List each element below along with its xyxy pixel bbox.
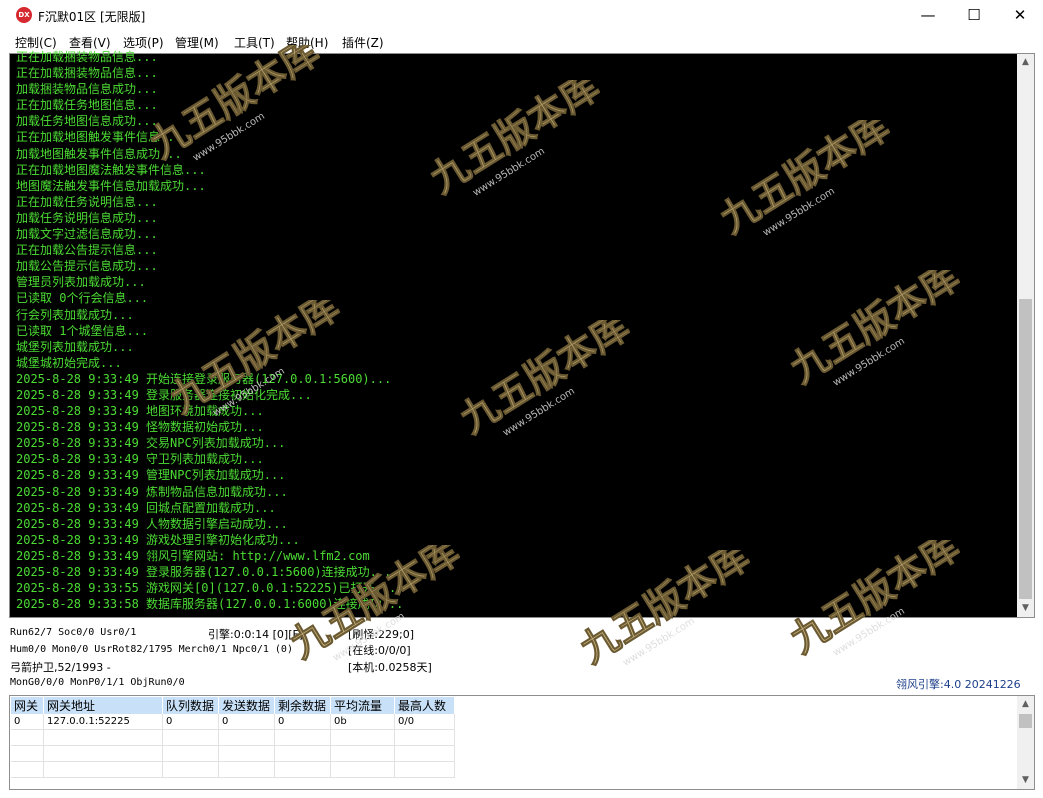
- log-line: 城堡城初始完成...: [16, 355, 122, 370]
- log-line: 已读取 0个行会信息...: [16, 291, 149, 306]
- table-row[interactable]: 0 127.0.0.1:52225 0 0 0 0b 0/0: [11, 714, 455, 730]
- scroll-up-icon[interactable]: ▲: [1017, 54, 1034, 71]
- log-line: 正在加载地图触发事件信息...: [16, 130, 182, 145]
- col-max-users[interactable]: 最高人数: [394, 697, 455, 714]
- status-guard: 弓箭护卫,52/1993 -: [10, 661, 111, 674]
- log-line: 2025-8-28 9:33:49 地图环境加载成功...: [16, 404, 264, 419]
- cell-sent: 0: [218, 714, 275, 730]
- menu-bar: 控制(C) 查看(V) 选项(P) 管理(M) 工具(T) 帮助(H) 插件(Z…: [0, 31, 1043, 51]
- log-line: 2025-8-28 9:33:49 开始连接登录服务器(127.0.0.1:56…: [16, 371, 392, 386]
- log-line: 2025-8-28 9:33:49 怪物数据初始成功...: [16, 420, 264, 435]
- log-line: 加载任务说明信息成功...: [16, 210, 158, 225]
- log-line: 地图魔法触发事件信息加载成功...: [16, 178, 206, 193]
- log-line: 2025-8-28 9:33:49 回城点配置加载成功...: [16, 500, 276, 515]
- status-engine: 引擎:0:0:14 [0][F]: [208, 628, 304, 641]
- log-line: 已读取 1个城堡信息...: [16, 323, 149, 338]
- log-line: 加载文字过滤信息成功...: [16, 227, 158, 242]
- cell-address: 127.0.0.1:52225: [43, 714, 163, 730]
- cell-queue: 0: [162, 714, 219, 730]
- scroll-down-icon[interactable]: ▼: [1017, 600, 1034, 617]
- log-lines: 正在加载捆装物品信息... 正在加载捆装物品信息... 加载捆装物品信息成功... 正…: [16, 49, 1011, 617]
- close-button[interactable]: ✕: [997, 0, 1043, 31]
- table-row-empty: [11, 729, 455, 746]
- log-line: 行会列表加载成功...: [16, 307, 134, 322]
- cell-avg-flow: 0b: [330, 714, 395, 730]
- cell-max-users: 0/0: [394, 714, 455, 730]
- grid-scrollbar[interactable]: ▲ ▼: [1017, 696, 1034, 789]
- cell-remain: 0: [274, 714, 331, 730]
- log-line: 正在加载捆装物品信息...: [16, 50, 158, 64]
- gateway-grid[interactable]: 网关 网关地址 队列数据 发送数据 剩余数据 平均流量 最高人数 0 127.0…: [9, 695, 1035, 790]
- log-line: 2025-8-28 9:33:49 人物数据引擎启动成功...: [16, 516, 288, 531]
- col-address[interactable]: 网关地址: [43, 697, 163, 714]
- grid-scroll-down-icon[interactable]: ▼: [1017, 772, 1034, 789]
- log-panel[interactable]: 正在加载捆装物品信息... 正在加载捆装物品信息... 加载捆装物品信息成功... 正…: [9, 50, 1035, 618]
- log-line: 2025-8-28 9:33:49 游戏处理引擎初始化成功...: [16, 532, 300, 547]
- status-online: [在线:0/0/0]: [348, 644, 411, 657]
- log-line: 加载地图触发事件信息成功...: [16, 146, 182, 161]
- grid-scroll-thumb[interactable]: [1019, 714, 1032, 728]
- status-refresh: [刷怪:229;0]: [348, 628, 414, 641]
- log-line: 2025-8-28 9:33:49 守卫列表加载成功...: [16, 452, 264, 467]
- bottom-strip: [0, 790, 1043, 798]
- col-queue[interactable]: 队列数据: [162, 697, 219, 714]
- table-row-empty: [11, 761, 455, 778]
- status-local: [本机:0.0258天]: [348, 661, 432, 674]
- col-avg-flow[interactable]: 平均流量: [330, 697, 395, 714]
- log-line: 2025-8-28 9:33:49 登录服务器连接初始化完成...: [16, 387, 312, 402]
- status-panel: Run62/7 Soc0/0 Usr0/1 引擎:0:0:14 [0][F] […: [0, 622, 1043, 692]
- engine-version: 翎风引擎:4.0 20241226: [896, 678, 1021, 691]
- log-scrollbar[interactable]: ▲ ▼: [1017, 54, 1034, 617]
- app-icon: DX: [16, 7, 32, 23]
- log-line: 2025-8-28 9:33:49 交易NPC列表加载成功...: [16, 436, 286, 451]
- status-run: Run62/7 Soc0/0 Usr0/1: [10, 627, 137, 638]
- status-hum: Hum0/0 Mon0/0 UsrRot82/1795 Merch0/1 Npc…: [10, 644, 293, 655]
- col-gateway[interactable]: 网关: [11, 697, 44, 714]
- gateway-table: 网关 网关地址 队列数据 发送数据 剩余数据 平均流量 最高人数 0 127.0…: [11, 697, 455, 778]
- status-mon: MonG0/0/0 MonP0/1/1 ObjRun0/0: [10, 677, 185, 688]
- log-line: 城堡列表加载成功...: [16, 339, 134, 354]
- log-line: 管理员列表加载成功...: [16, 275, 146, 290]
- scroll-thumb[interactable]: [1019, 299, 1032, 599]
- title-bar: DX F沉默01区 [无限版] — ☐ ✕: [0, 0, 1043, 31]
- cell-gateway: 0: [11, 714, 44, 730]
- log-line: 2025-8-28 9:33:58 数据库服务器(127.0.0.1:6000)…: [16, 597, 404, 612]
- log-line: 2025-8-28 9:33:49 管理NPC列表加载成功...: [16, 468, 286, 483]
- log-line: 正在加载任务说明信息...: [16, 194, 158, 209]
- log-line: 加载公告提示信息成功...: [16, 259, 158, 274]
- grid-scroll-up-icon[interactable]: ▲: [1017, 696, 1034, 713]
- log-line: 加载任务地图信息成功...: [16, 114, 158, 129]
- log-line: 加载捆装物品信息成功...: [16, 82, 158, 97]
- log-line: 正在加载公告提示信息...: [16, 243, 158, 258]
- log-line: 2025-8-28 9:33:55 游戏网关[0](127.0.0.1:5222…: [16, 581, 397, 596]
- log-line: 2025-8-28 9:33:49 登录服务器(127.0.0.1:5600)连…: [16, 565, 392, 579]
- log-line: 正在加载地图魔法触发事件信息...: [16, 162, 206, 177]
- log-line: 2025-8-28 9:33:49 炼制物品信息加载成功...: [16, 484, 288, 499]
- col-sent[interactable]: 发送数据: [218, 697, 275, 714]
- log-line: 正在加载任务地图信息...: [16, 98, 158, 113]
- minimize-button[interactable]: —: [905, 0, 951, 31]
- window-title: F沉默01区 [无限版]: [38, 10, 146, 24]
- maximize-button[interactable]: ☐: [951, 0, 997, 31]
- log-line: 正在加载捆装物品信息...: [16, 66, 158, 81]
- table-row-empty: [11, 745, 455, 762]
- col-remain[interactable]: 剩余数据: [274, 697, 331, 714]
- log-line: 2025-8-28 9:33:49 翎风引擎网站: http://www.lfm…: [16, 548, 370, 563]
